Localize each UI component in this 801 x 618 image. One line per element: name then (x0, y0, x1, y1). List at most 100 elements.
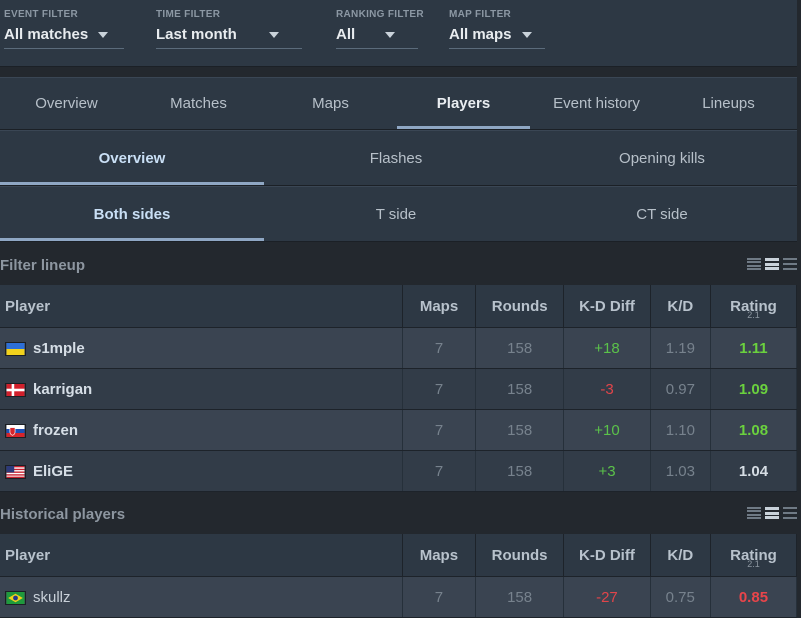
col-kd[interactable]: K/D (650, 285, 711, 328)
ranking-filter-dropdown[interactable]: All (336, 26, 418, 49)
player-cell[interactable]: frozen (0, 409, 403, 451)
kd-value: 0.97 (650, 368, 711, 410)
kd-value: 1.03 (650, 450, 711, 492)
col-rounds[interactable]: Rounds (475, 534, 565, 577)
historical-view-toggle (747, 507, 797, 519)
compact-list-icon[interactable] (747, 258, 761, 270)
filter-lineup-title: Filter lineup (0, 257, 86, 274)
event-filter-value: All matches (4, 26, 89, 43)
time-filter-label: TIME FILTER (156, 9, 221, 20)
kd-diff-value: +10 (563, 409, 651, 451)
time-filter-dropdown[interactable]: Last month (156, 26, 302, 49)
player-name[interactable]: s1mple (33, 340, 85, 357)
maps-value: 7 (402, 409, 477, 451)
event-filter-label: EVENT FILTER (4, 9, 78, 20)
main-tabs: Overview Matches Maps Players Event hist… (0, 77, 797, 130)
col-maps[interactable]: Maps (402, 534, 476, 577)
tab-both-sides[interactable]: Both sides (0, 187, 264, 241)
tab-lineups[interactable]: Lineups (662, 78, 795, 129)
player-name[interactable]: EliGE (33, 463, 73, 480)
map-filter[interactable]: MAP FILTER All maps (449, 9, 545, 49)
usa-flag-icon (5, 464, 26, 479)
col-rounds[interactable]: Rounds (475, 285, 565, 328)
stat-tabs: Overview Flashes Opening kills (0, 130, 797, 186)
kd-value: 0.75 (650, 576, 711, 618)
tab-players[interactable]: Players (397, 78, 530, 129)
table-row[interactable]: EliGE 7 158 +3 1.03 1.04 (0, 450, 798, 492)
rating-value: 1.09 (710, 368, 798, 410)
tab-stats-overview[interactable]: Overview (0, 131, 264, 185)
col-player[interactable]: Player (0, 285, 403, 328)
wide-list-icon[interactable] (783, 258, 797, 270)
chevron-down-icon (98, 32, 109, 39)
col-rating[interactable]: Rating 2.1 (710, 285, 798, 328)
player-cell[interactable]: skullz (0, 576, 403, 618)
kd-diff-value: -27 (563, 576, 651, 618)
tab-t-side[interactable]: T side (264, 187, 528, 241)
list-icon[interactable] (765, 507, 779, 519)
chevron-down-icon (521, 32, 532, 39)
map-filter-value: All maps (449, 26, 512, 43)
map-filter-label: MAP FILTER (449, 9, 512, 20)
rounds-value: 158 (475, 327, 565, 369)
chevron-down-icon (268, 32, 279, 39)
player-cell[interactable]: karrigan (0, 368, 403, 410)
table-row[interactable]: skullz 7 158 -27 0.75 0.85 (0, 576, 798, 618)
kd-diff-value: -3 (563, 368, 651, 410)
time-filter[interactable]: TIME FILTER Last month (156, 9, 302, 49)
player-name[interactable]: karrigan (33, 381, 92, 398)
kd-value: 1.10 (650, 409, 711, 451)
table-row[interactable]: frozen 7 158 +10 1.10 1.08 (0, 409, 798, 451)
event-filter-dropdown[interactable]: All matches (4, 26, 124, 49)
rating-version: 2.1 (747, 310, 760, 320)
kd-value: 1.19 (650, 327, 711, 369)
ranking-filter-value: All (336, 26, 356, 43)
rating-value: 1.11 (710, 327, 798, 369)
maps-value: 7 (402, 368, 477, 410)
col-rating[interactable]: Rating 2.1 (710, 534, 798, 577)
ukraine-flag-icon (5, 341, 26, 356)
player-cell[interactable]: s1mple (0, 327, 403, 369)
kd-diff-value: +3 (563, 450, 651, 492)
list-icon[interactable] (765, 258, 779, 270)
maps-value: 7 (402, 327, 477, 369)
tab-matches[interactable]: Matches (132, 78, 265, 129)
ranking-filter-label: RANKING FILTER (336, 9, 424, 20)
player-cell[interactable]: EliGE (0, 450, 403, 492)
side-tabs: Both sides T side CT side (0, 186, 797, 242)
time-filter-value: Last month (156, 26, 237, 43)
rounds-value: 158 (475, 368, 565, 410)
maps-value: 7 (402, 450, 477, 492)
tab-opening-kills[interactable]: Opening kills (530, 131, 794, 185)
player-name[interactable]: frozen (33, 422, 78, 439)
col-kd[interactable]: K/D (650, 534, 711, 577)
col-kd-diff[interactable]: K-D Diff (563, 285, 651, 328)
player-name[interactable]: skullz (33, 589, 71, 606)
map-filter-dropdown[interactable]: All maps (449, 26, 545, 49)
rounds-value: 158 (475, 450, 565, 492)
table-row[interactable]: s1mple 7 158 +18 1.19 1.11 (0, 327, 798, 369)
tab-flashes[interactable]: Flashes (264, 131, 528, 185)
filter-bar: EVENT FILTER All matches TIME FILTER Las… (0, 0, 797, 67)
tab-ct-side[interactable]: CT side (530, 187, 794, 241)
col-maps[interactable]: Maps (402, 285, 477, 328)
col-kd-diff[interactable]: K-D Diff (563, 534, 651, 577)
denmark-flag-icon (5, 382, 26, 397)
rounds-value: 158 (475, 576, 565, 618)
compact-list-icon[interactable] (747, 507, 761, 519)
maps-value: 7 (402, 576, 476, 618)
event-filter[interactable]: EVENT FILTER All matches (4, 9, 124, 49)
wide-list-icon[interactable] (783, 507, 797, 519)
slovakia-flag-icon (5, 423, 26, 438)
historical-table: Player Maps Rounds K-D Diff K/D Rating 2… (0, 534, 798, 618)
tab-overview[interactable]: Overview (0, 78, 133, 129)
table-row[interactable]: karrigan 7 158 -3 0.97 1.09 (0, 368, 798, 410)
chevron-down-icon (385, 32, 396, 39)
tab-maps[interactable]: Maps (264, 78, 397, 129)
col-player[interactable]: Player (0, 534, 403, 577)
rating-value: 1.04 (710, 450, 798, 492)
ranking-filter[interactable]: RANKING FILTER All (336, 9, 424, 49)
historical-players-title: Historical players (0, 506, 126, 523)
tab-event-history[interactable]: Event history (530, 78, 663, 129)
lineup-view-toggle (747, 258, 797, 270)
